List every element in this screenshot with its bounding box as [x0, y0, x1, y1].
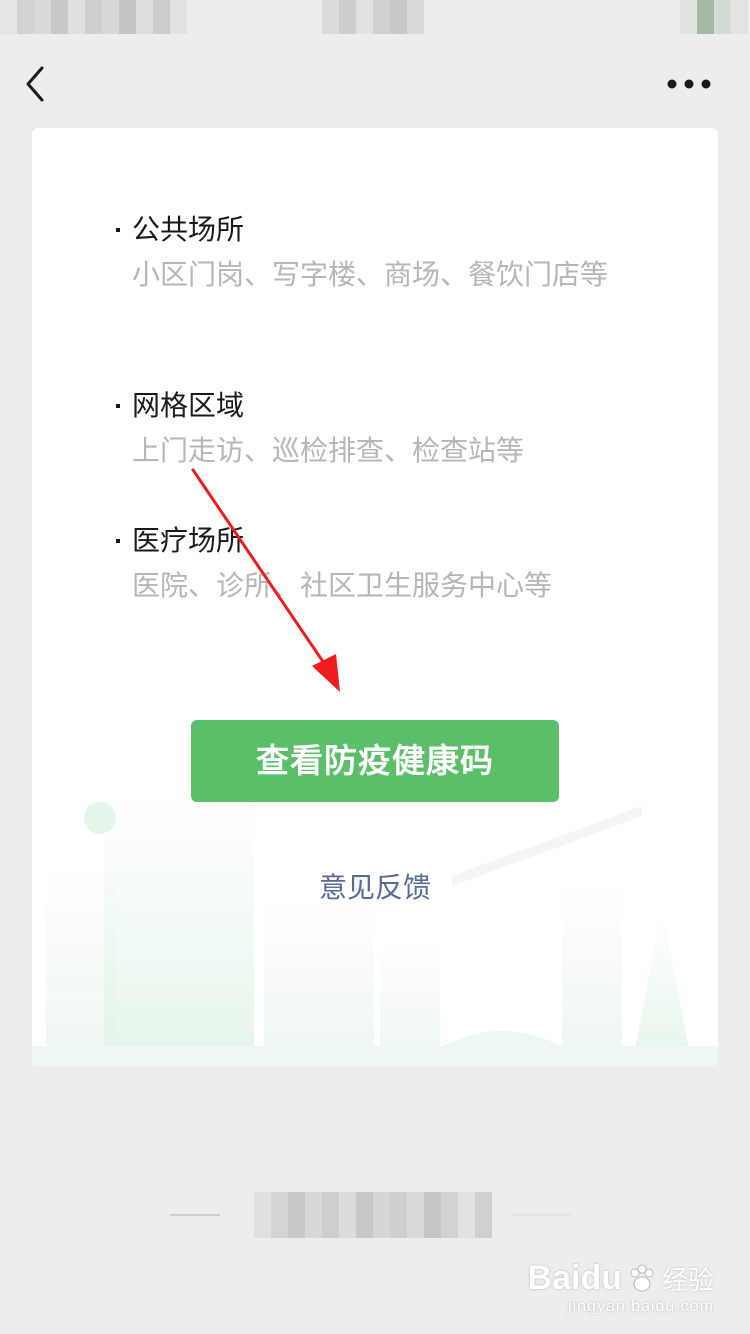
- watermark-url: jingyan.baidu.com: [568, 1298, 714, 1315]
- status-bar-blurred-right: [680, 0, 748, 34]
- watermark-product: 经验: [661, 1265, 714, 1295]
- view-health-code-button[interactable]: 查看防疫健康码: [191, 720, 559, 802]
- back-icon[interactable]: [20, 62, 56, 106]
- section-title: 公共场所: [116, 210, 636, 250]
- section-public-places: 公共场所 小区门岗、写字楼、商场、餐饮门店等: [116, 210, 636, 296]
- section-grid-area: 网格区域 上门走访、巡检排查、检查站等: [116, 386, 636, 472]
- section-description: 医院、诊所、社区卫生服务中心等: [132, 569, 553, 602]
- more-dots-icon[interactable]: [662, 66, 718, 102]
- content-card: 公共场所 小区门岗、写字楼、商场、餐饮门店等 网格区域 上门走访、巡检排查、检查…: [32, 128, 718, 1066]
- section-description: 上门走访、巡检排查、检查站等: [132, 434, 525, 467]
- section-medical-places: 医疗场所 医院、诊所、社区卫生服务中心等: [116, 521, 636, 607]
- status-bar-blurred-left: [0, 0, 187, 34]
- status-bar-blurred-center: [322, 0, 424, 34]
- footer-blurred: [170, 1192, 606, 1238]
- section-title: 网格区域: [116, 386, 636, 426]
- section-description: 小区门岗、写字楼、商场、餐饮门店等: [132, 258, 609, 291]
- section-title: 医疗场所: [116, 521, 636, 561]
- baidu-jingyan-watermark: Baidu 经验 jingyan.baidu.com: [528, 1259, 714, 1316]
- watermark-brand: Baidu: [527, 1259, 622, 1297]
- feedback-link[interactable]: 意见反馈: [32, 866, 718, 906]
- paw-icon: [630, 1264, 654, 1291]
